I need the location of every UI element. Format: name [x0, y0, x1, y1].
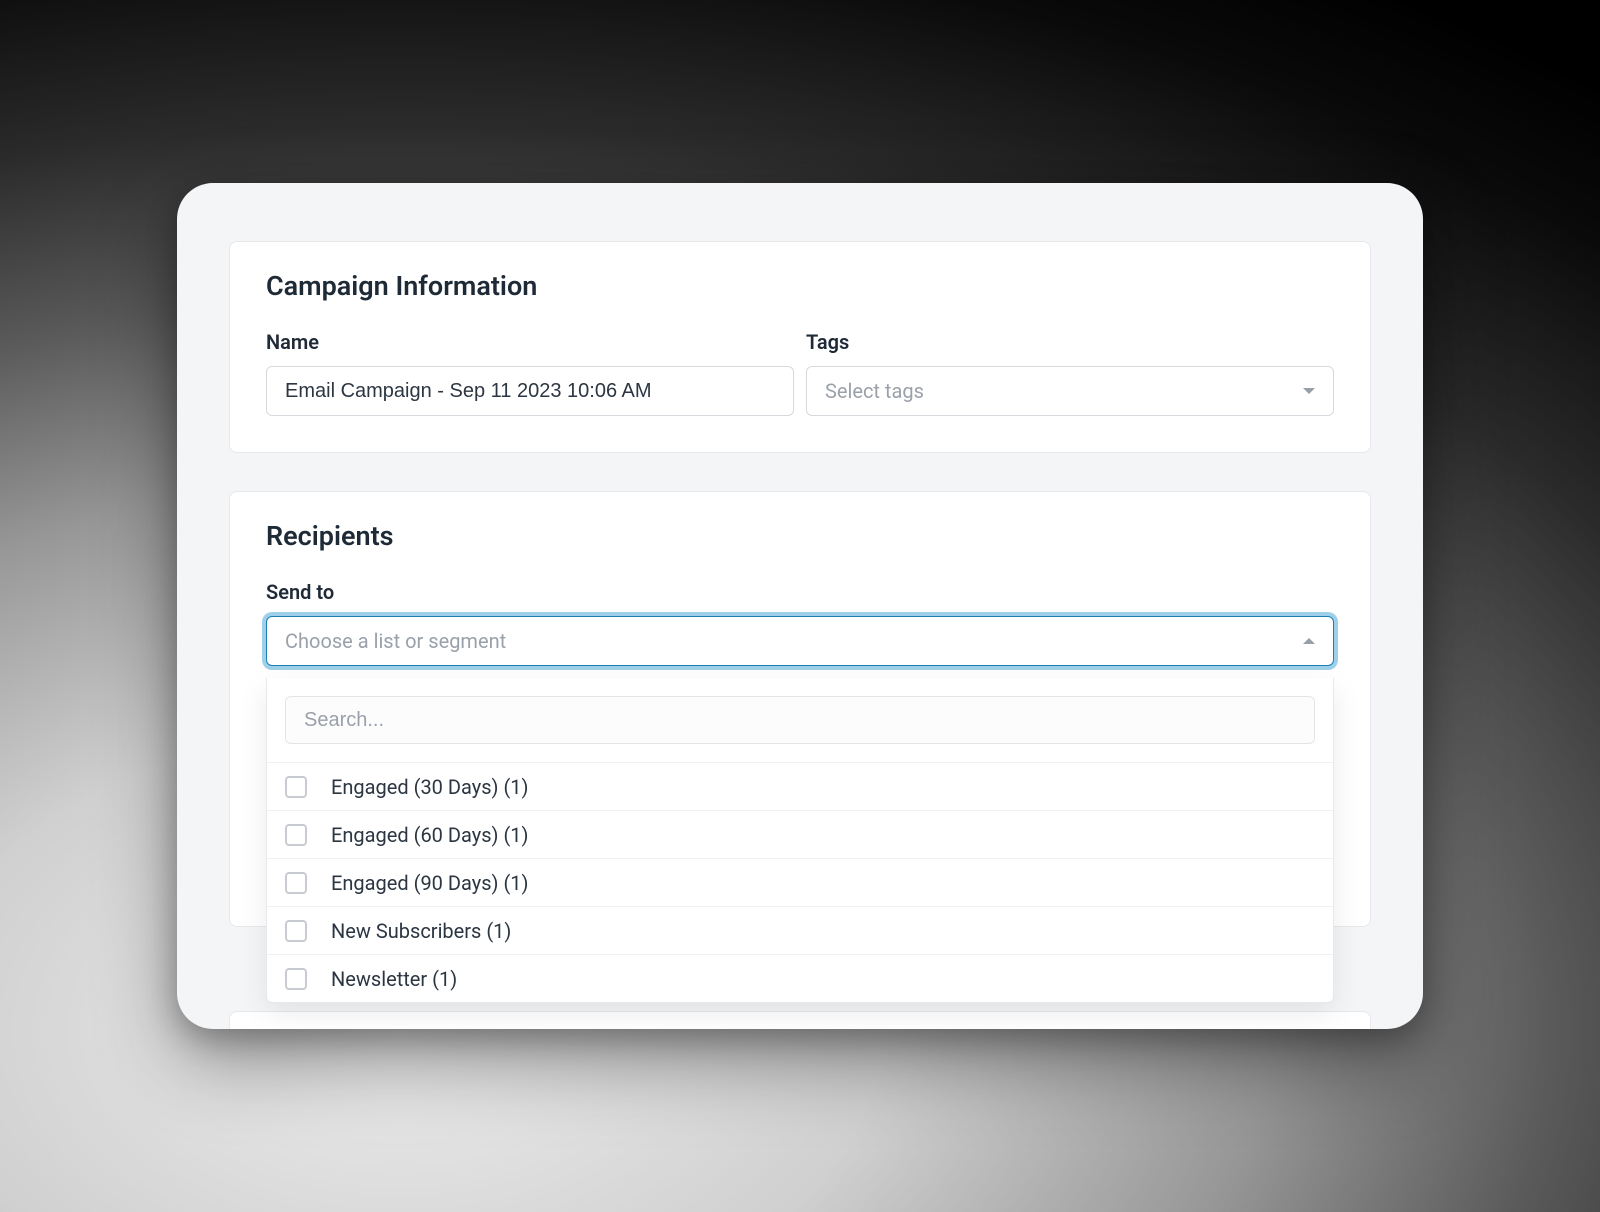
option-label: Engaged (90 Days) (1)	[331, 871, 529, 895]
option-label: Engaged (30 Days) (1)	[331, 775, 529, 799]
send-to-select[interactable]: Choose a list or segment	[266, 616, 1334, 666]
list-option[interactable]: Newsletter (1)	[267, 954, 1333, 1002]
checkbox-icon[interactable]	[285, 872, 307, 894]
tags-label: Tags	[806, 330, 1334, 354]
dropdown-search-input[interactable]	[285, 696, 1315, 744]
name-field: Name	[266, 330, 794, 416]
campaign-info-title: Campaign Information	[266, 270, 1334, 302]
next-card-peek	[229, 1011, 1371, 1029]
recipients-card: Recipients Send to Choose a list or segm…	[229, 491, 1371, 927]
option-label: Newsletter (1)	[331, 967, 457, 991]
checkbox-icon[interactable]	[285, 776, 307, 798]
send-to-dropdown: Engaged (30 Days) (1) Engaged (60 Days) …	[266, 678, 1334, 1003]
send-to-placeholder: Choose a list or segment	[285, 629, 506, 653]
checkbox-icon[interactable]	[285, 968, 307, 990]
tags-placeholder: Select tags	[825, 379, 924, 403]
campaign-fields-row: Name Tags Select tags	[266, 330, 1334, 416]
send-to-label: Send to	[266, 580, 1334, 604]
recipients-title: Recipients	[266, 520, 1334, 552]
tags-field: Tags Select tags	[806, 330, 1334, 416]
app-window: Campaign Information Name Tags Select ta…	[177, 183, 1423, 1029]
send-to-field: Send to Choose a list or segment	[266, 580, 1334, 666]
list-option[interactable]: New Subscribers (1)	[267, 906, 1333, 954]
chevron-down-icon	[1303, 388, 1315, 394]
tags-select[interactable]: Select tags	[806, 366, 1334, 416]
chevron-up-icon	[1303, 638, 1315, 644]
list-option[interactable]: Engaged (30 Days) (1)	[267, 762, 1333, 810]
dropdown-search-wrap	[267, 678, 1333, 762]
list-option[interactable]: Engaged (90 Days) (1)	[267, 858, 1333, 906]
option-label: New Subscribers (1)	[331, 919, 511, 943]
option-label: Engaged (60 Days) (1)	[331, 823, 529, 847]
campaign-info-card: Campaign Information Name Tags Select ta…	[229, 241, 1371, 453]
name-label: Name	[266, 330, 794, 354]
checkbox-icon[interactable]	[285, 920, 307, 942]
checkbox-icon[interactable]	[285, 824, 307, 846]
list-option[interactable]: Engaged (60 Days) (1)	[267, 810, 1333, 858]
name-input[interactable]	[266, 366, 794, 416]
